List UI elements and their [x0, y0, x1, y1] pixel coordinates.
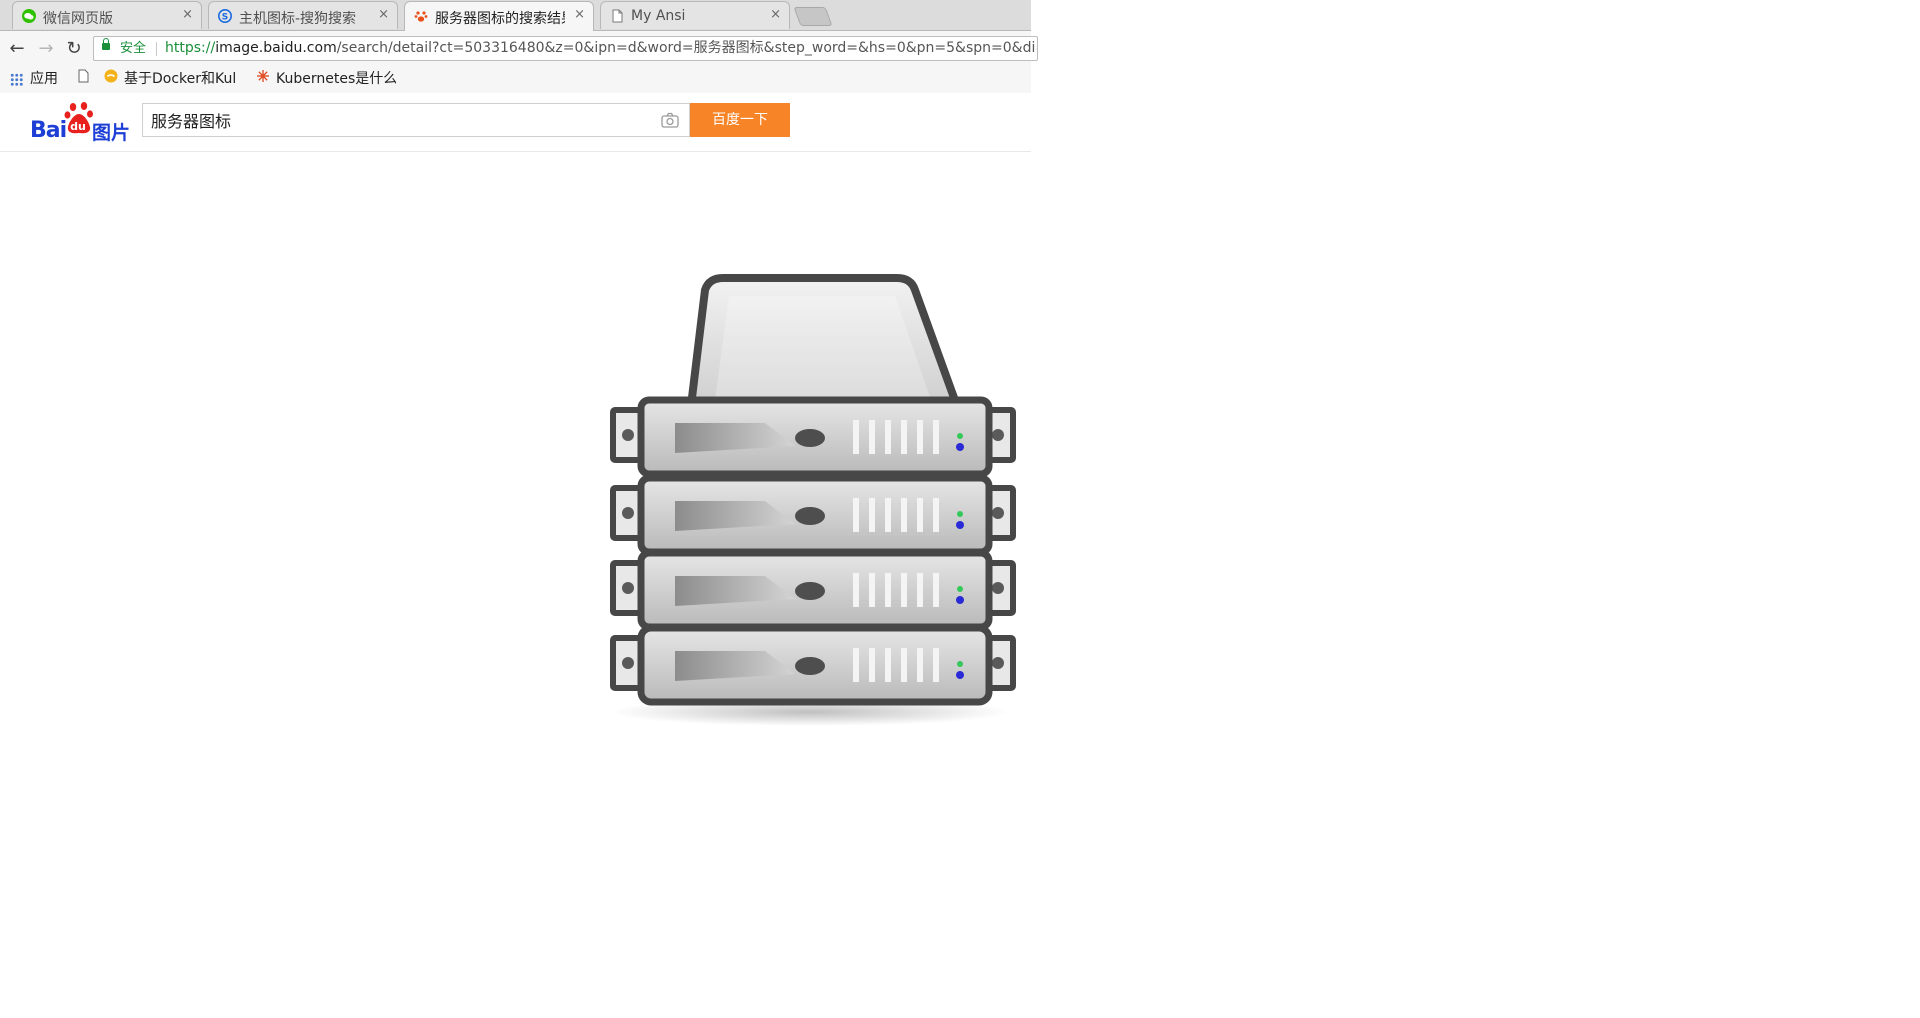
browser-toolbar: ← → ↻ 安全 https://image.baidu.com/search/…	[0, 31, 1038, 65]
camera-icon[interactable]	[661, 112, 679, 130]
bookmark-apps[interactable]: 应用	[10, 68, 58, 90]
tab-wechat[interactable]: 微信网页版 ×	[12, 1, 202, 29]
url-path: /search/detail?ct=503316480&z=0&ipn=d&wo…	[336, 40, 1037, 56]
logo-tupian: 图片	[92, 122, 131, 144]
back-button[interactable]: ←	[6, 38, 28, 60]
lock-icon	[102, 38, 110, 50]
server-rack-icon[interactable]	[605, 270, 1025, 730]
separator	[156, 42, 157, 56]
baidu-logo[interactable]: Bai du 图片	[30, 100, 134, 144]
tab-title: 微信网页版	[43, 11, 113, 27]
bookmarks-bar: 应用 基于Docker和Kul Kubernetes是什么	[0, 65, 1031, 94]
baidu-paw-icon	[414, 9, 428, 23]
page-icon	[78, 68, 89, 90]
close-icon[interactable]: ×	[182, 7, 193, 22]
logo-du: du	[70, 120, 86, 133]
server-unit	[610, 624, 1016, 706]
url-host: image.baidu.com	[215, 40, 337, 56]
tab-title: 主机图标-搜狗搜索	[239, 11, 357, 27]
apps-label: 应用	[30, 71, 58, 87]
bookmark-kubernetes[interactable]: Kubernetes是什么	[256, 68, 396, 90]
server-unit	[610, 549, 1016, 631]
address-bar[interactable]: 安全 https://image.baidu.com/search/detail…	[93, 36, 1038, 61]
bookmark-favicon-icon	[104, 68, 118, 90]
close-icon[interactable]: ×	[770, 7, 781, 22]
bookmark-page[interactable]	[78, 68, 95, 90]
url-text: https://image.baidu.com/search/detail?ct…	[165, 37, 1037, 60]
svg-text:S: S	[222, 13, 228, 23]
wechat-icon	[22, 9, 36, 23]
tab-sogou[interactable]: S 主机图标-搜狗搜索 ×	[208, 1, 398, 29]
apps-grid-icon	[10, 72, 23, 86]
url-protocol: https://	[165, 40, 216, 56]
secure-label: 安全	[120, 41, 147, 56]
tab-my-ansi[interactable]: My Ansi ×	[600, 1, 790, 29]
server-unit	[610, 396, 1016, 478]
baidu-image-header: Bai du 图片 百度一下	[0, 93, 1031, 152]
page-icon	[610, 9, 624, 23]
server-unit	[610, 474, 1016, 556]
tab-title: 服务器图标的搜索结果	[435, 11, 565, 27]
tab-baidu-active[interactable]: 服务器图标的搜索结果 ×	[404, 1, 594, 31]
logo-bai: Bai	[30, 118, 67, 143]
close-icon[interactable]: ×	[574, 7, 585, 22]
tab-title: My Ansi	[631, 8, 686, 24]
close-icon[interactable]: ×	[378, 7, 389, 22]
kubernetes-icon	[256, 68, 270, 90]
bookmark-docker[interactable]: 基于Docker和Kul	[104, 68, 244, 90]
image-viewer	[605, 270, 1025, 730]
sogou-icon: S	[218, 9, 232, 23]
forward-button[interactable]: →	[35, 38, 57, 60]
bookmark-label: 基于Docker和Kul	[124, 71, 237, 87]
new-tab-button[interactable]	[793, 7, 833, 26]
search-button[interactable]: 百度一下	[690, 103, 790, 137]
bookmark-label: Kubernetes是什么	[276, 71, 396, 87]
reload-button[interactable]: ↻	[63, 38, 85, 60]
tab-strip: 微信网页版 × S 主机图标-搜狗搜索 × 服务器图标的搜索结果 × My An…	[0, 0, 1031, 31]
search-box	[142, 103, 690, 137]
browser-chrome: 微信网页版 × S 主机图标-搜狗搜索 × 服务器图标的搜索结果 × My An…	[0, 0, 1038, 94]
search-input[interactable]	[151, 108, 641, 132]
